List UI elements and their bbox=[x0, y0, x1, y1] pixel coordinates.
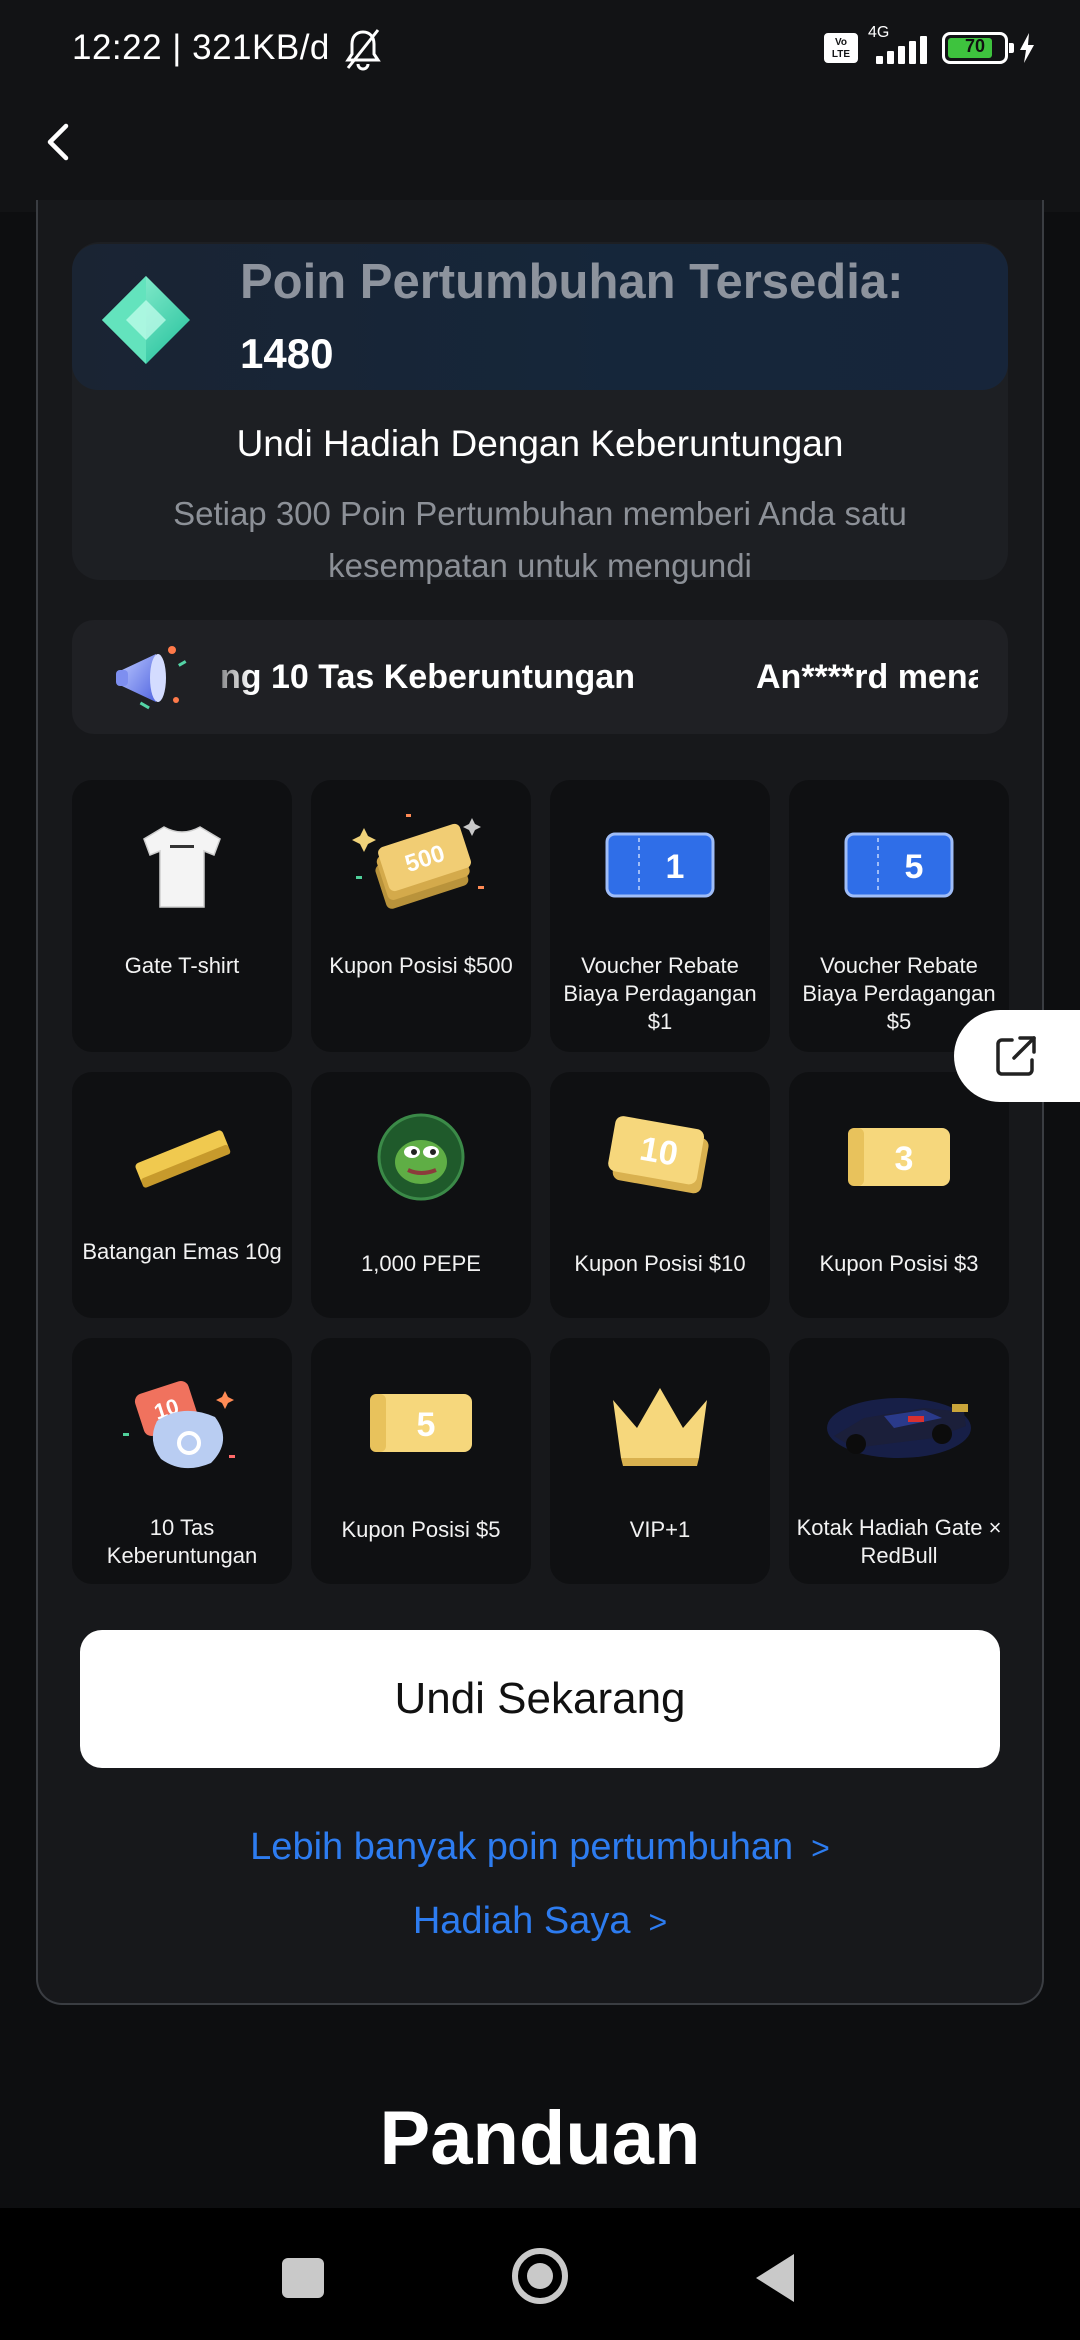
prize-label: Kupon Posisi $500 bbox=[329, 953, 513, 978]
more-points-link[interactable]: Lebih banyak poin pertumbuhan > bbox=[0, 1826, 1080, 1869]
prize-tile-redbull: Kotak Hadiah Gate × RedBull bbox=[789, 1338, 1009, 1584]
points-label: Poin Pertumbuhan Tersedia: bbox=[240, 255, 904, 309]
status-time: 12:22 | 321KB/d bbox=[72, 28, 330, 67]
signal-icon: 4G bbox=[868, 24, 932, 68]
recents-icon[interactable] bbox=[282, 2258, 324, 2298]
prize-tile-tshirt: Gate T-shirt bbox=[72, 780, 292, 1052]
draw-description: Setiap 300 Poin Pertumbuhan memberi Anda… bbox=[173, 495, 907, 584]
chevron-right-icon: > bbox=[811, 1830, 830, 1866]
more-points-label: Lebih banyak poin pertumbuhan bbox=[250, 1826, 794, 1868]
my-rewards-label: Hadiah Saya bbox=[412, 1900, 631, 1942]
coupon-5-icon: 5 bbox=[370, 1394, 472, 1452]
prize-label: Kupon Posisi $10 bbox=[574, 1251, 746, 1276]
share-external-icon bbox=[996, 1036, 1036, 1076]
coupon-10-icon: 10 bbox=[608, 1116, 709, 1194]
charging-icon bbox=[1020, 33, 1034, 63]
prize-tile-vip: VIP+1 bbox=[550, 1338, 770, 1584]
prize-label: Kupon Posisi $3 bbox=[819, 1251, 979, 1276]
prize-tile-gold-bar: Batangan Emas 10g bbox=[72, 1072, 292, 1318]
prize-tile-voucher-1: 1 Voucher Rebate Biaya Perdagangan $1 bbox=[550, 780, 770, 1052]
back-triangle-icon[interactable] bbox=[756, 2254, 794, 2302]
gold-bar-icon bbox=[135, 1130, 231, 1188]
winners-marquee: ng 10 Tas Keberuntungan An****rd menang … bbox=[72, 620, 1008, 734]
guide-title: Panduan bbox=[379, 2096, 701, 2181]
chevron-right-icon: > bbox=[648, 1904, 668, 1940]
coupon-500-icon: 500 bbox=[352, 814, 484, 909]
prize-tile-coupon-3: 3 Kupon Posisi $3 bbox=[789, 1072, 1009, 1318]
voucher-badge: 5 bbox=[905, 848, 924, 886]
prize-label: Kotak Hadiah Gate × RedBull bbox=[796, 1515, 1002, 1568]
top-header bbox=[0, 100, 1080, 212]
voucher-5-icon: 5 bbox=[844, 832, 954, 898]
coupon-3-icon: 3 bbox=[848, 1128, 950, 1186]
diamond-icon bbox=[102, 276, 190, 364]
prize-tile-pepe: 1,000 PEPE bbox=[311, 1072, 531, 1318]
volte-icon: Vo LTE bbox=[824, 33, 858, 63]
crown-icon bbox=[613, 1388, 707, 1466]
share-button[interactable] bbox=[954, 1010, 1080, 1102]
marquee-item: ng 10 Tas Keberuntungan bbox=[220, 658, 635, 696]
bell-muted-icon bbox=[345, 29, 381, 71]
back-arrow-icon[interactable] bbox=[36, 120, 80, 164]
pepe-coin-icon bbox=[377, 1113, 465, 1201]
race-car-icon bbox=[827, 1398, 971, 1458]
prize-label: Kupon Posisi $5 bbox=[341, 1517, 501, 1542]
megaphone-icon bbox=[116, 646, 187, 710]
coupon-badge: 3 bbox=[895, 1140, 914, 1178]
prize-tile-coupon-5: 5 Kupon Posisi $5 bbox=[311, 1338, 531, 1584]
points-value: 1480 bbox=[240, 330, 334, 377]
marquee-item: An****rd menang 1 bbox=[756, 658, 978, 696]
prize-label: 10 Tas Keberuntungan bbox=[106, 1515, 258, 1568]
system-nav-bar bbox=[0, 2208, 1080, 2340]
home-icon[interactable] bbox=[512, 2248, 568, 2304]
prize-tile-coupon-500: 500 Kupon Posisi $500 bbox=[311, 780, 531, 1052]
voucher-badge: 1 bbox=[666, 848, 685, 886]
status-bar: 12:22 | 321KB/d Vo LTE 4G 70 bbox=[0, 0, 1080, 100]
prize-label: Voucher Rebate Biaya Perdagangan $1 bbox=[563, 953, 757, 1034]
marquee-track: ng 10 Tas Keberuntungan An****rd menang … bbox=[220, 620, 978, 734]
prize-label: VIP+1 bbox=[629, 1517, 691, 1542]
prize-label: 1,000 PEPE bbox=[361, 1251, 481, 1276]
tshirt-icon bbox=[143, 826, 221, 908]
battery-level: 70 bbox=[964, 36, 986, 56]
prize-tile-coupon-10: 10 Kupon Posisi $10 bbox=[550, 1072, 770, 1318]
lucky-bag-icon: 10 bbox=[123, 1380, 235, 1469]
prize-label: Gate T-shirt bbox=[124, 953, 240, 978]
prize-label: Batangan Emas 10g bbox=[82, 1239, 282, 1264]
prize-tile-voucher-5: 5 Voucher Rebate Biaya Perdagangan $5 bbox=[789, 780, 1009, 1052]
battery-icon: 70 bbox=[942, 32, 1014, 64]
coupon-badge: 10 bbox=[637, 1130, 681, 1174]
coupon-badge: 5 bbox=[417, 1406, 436, 1444]
voucher-1-icon: 1 bbox=[605, 832, 715, 898]
prize-tile-lucky-bag: 10 10 Tas Keberuntungan bbox=[72, 1338, 292, 1584]
draw-title: Undi Hadiah Dengan Keberuntungan bbox=[236, 423, 844, 464]
my-rewards-link[interactable]: Hadiah Saya > bbox=[0, 1900, 1080, 1943]
draw-now-button[interactable]: Undi Sekarang bbox=[80, 1630, 1000, 1768]
